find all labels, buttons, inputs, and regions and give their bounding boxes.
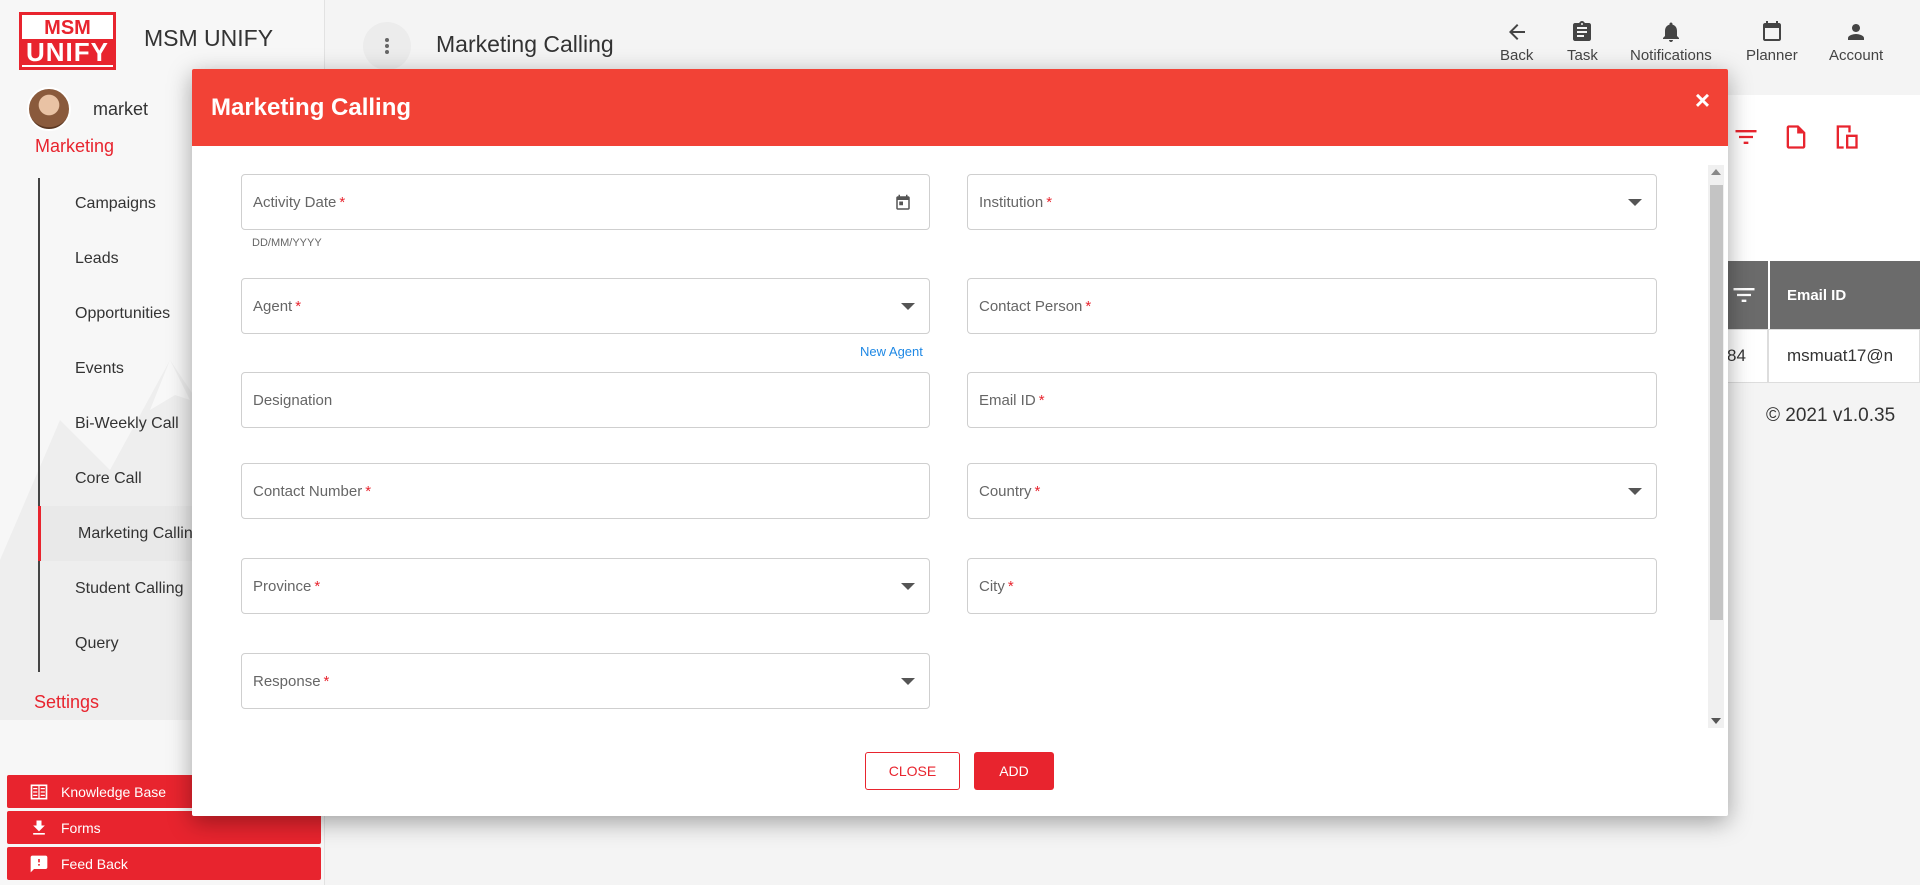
contact-number-label: Contact Number * (253, 483, 372, 500)
dialog-scrollbar[interactable] (1708, 165, 1724, 728)
close-icon[interactable]: × (1695, 87, 1710, 113)
dialog-header: Marketing Calling (192, 69, 1728, 146)
activity-date-hint: DD/MM/YYYY (252, 237, 322, 249)
dialog-body: Activity Date * DD/MM/YYYY Institution * A… (192, 146, 1728, 816)
marketing-calling-dialog: Marketing Calling × Activity Date * DD/MM… (192, 69, 1728, 816)
add-button[interactable]: ADD (974, 752, 1054, 790)
scroll-down-icon[interactable] (1711, 718, 1721, 724)
country-label: Country * (979, 483, 1041, 500)
dialog-title: Marketing Calling (211, 93, 412, 121)
chevron-down-icon (901, 303, 915, 310)
city-label: City * (979, 578, 1014, 595)
designation-label: Designation (253, 392, 333, 409)
contact-number-field[interactable]: Contact Number * (241, 463, 930, 519)
province-label: Province * (253, 578, 321, 595)
scroll-thumb[interactable] (1710, 185, 1723, 620)
new-agent-link[interactable]: New Agent (860, 344, 923, 359)
calendar-icon[interactable] (894, 194, 912, 212)
agent-label: Agent * (253, 298, 302, 315)
institution-select[interactable]: Institution * (967, 174, 1657, 230)
response-label: Response * (253, 673, 330, 690)
chevron-down-icon (1628, 199, 1642, 206)
activity-date-field[interactable]: Activity Date * (241, 174, 930, 230)
scroll-up-icon[interactable] (1711, 169, 1721, 175)
activity-date-label: Activity Date * (253, 194, 346, 211)
contact-person-field[interactable]: Contact Person * (967, 278, 1657, 334)
institution-label: Institution * (979, 194, 1053, 211)
email-id-field[interactable]: Email ID * (967, 372, 1657, 428)
response-select[interactable]: Response * (241, 653, 930, 709)
contact-person-label: Contact Person * (979, 298, 1092, 315)
chevron-down-icon (901, 678, 915, 685)
email-id-label: Email ID * (979, 392, 1045, 409)
chevron-down-icon (901, 583, 915, 590)
designation-field[interactable]: Designation (241, 372, 930, 428)
country-select[interactable]: Country * (967, 463, 1657, 519)
close-button[interactable]: CLOSE (865, 752, 960, 790)
chevron-down-icon (1628, 488, 1642, 495)
agent-select[interactable]: Agent * (241, 278, 930, 334)
province-select[interactable]: Province * (241, 558, 930, 614)
city-field[interactable]: City * (967, 558, 1657, 614)
